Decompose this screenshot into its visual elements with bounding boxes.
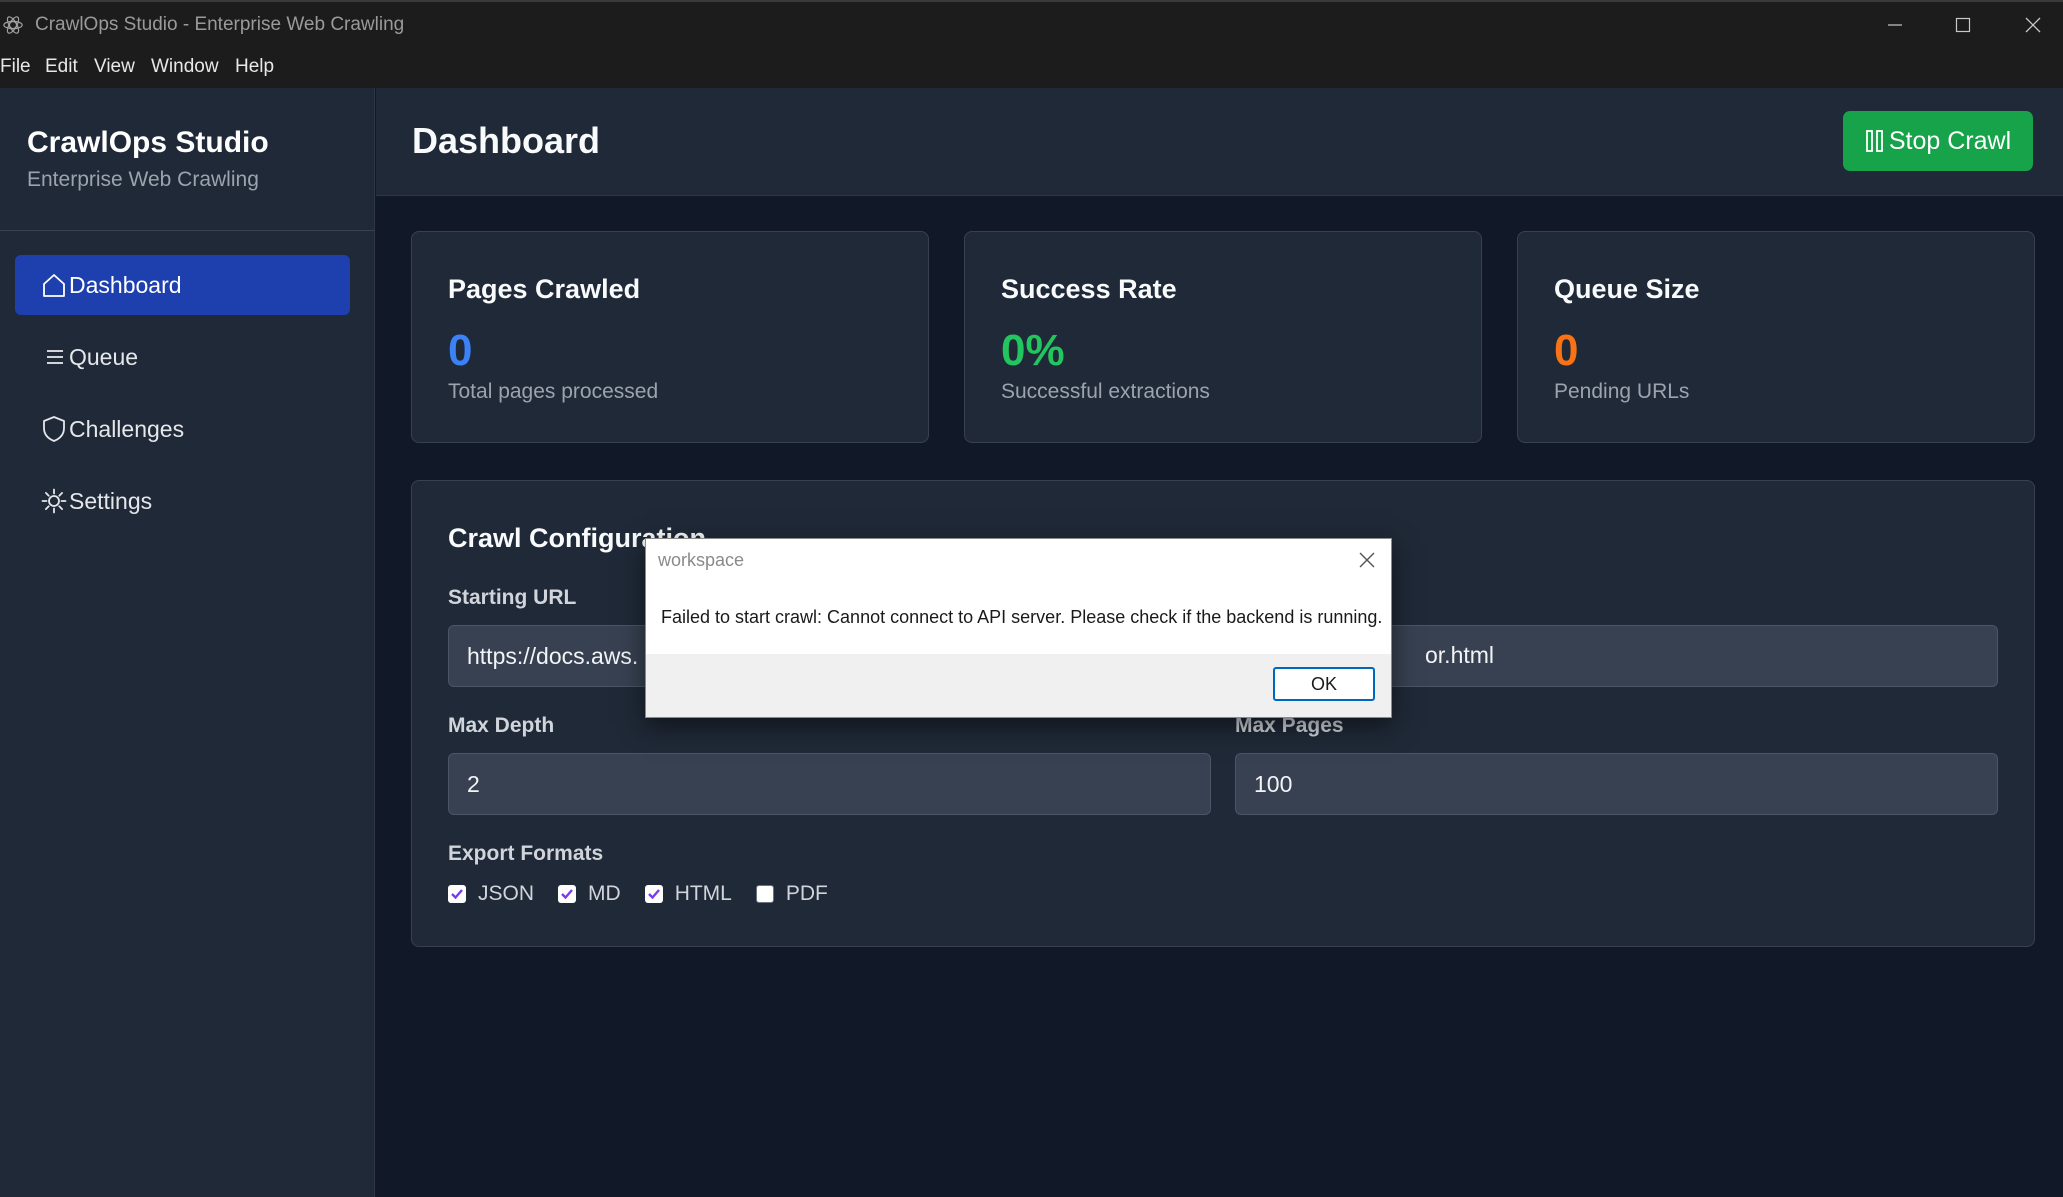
sidebar-item-settings[interactable]: Settings [15,471,350,531]
sidebar-item-label: Queue [69,343,139,370]
error-dialog: workspace Failed to start crawl: Cannot … [645,538,1392,718]
maximize-button[interactable] [1928,2,1998,48]
max-depth-value: 2 [467,770,480,797]
format-md-checkbox[interactable]: MD [558,882,621,906]
sidebar-item-label: Challenges [69,415,185,442]
stat-description: Successful extractions [1001,380,1210,403]
window-title: CrawlOps Studio - Enterprise Web Crawlin… [35,14,405,35]
menu-edit[interactable]: Edit [45,56,78,78]
stat-value: 0 [448,326,473,375]
export-formats-group: JSON MD HTML PDF [448,882,852,906]
dialog-ok-button[interactable]: OK [1273,667,1375,701]
dialog-body: Failed to start crawl: Cannot connect to… [646,582,1391,654]
format-html-checkbox[interactable]: HTML [644,882,732,906]
format-label: MD [588,882,621,905]
starting-url-label: Starting URL [448,586,577,609]
menu-bar: File Edit View Window Help [0,46,2063,88]
max-pages-input[interactable]: 100 [1235,753,1998,815]
brand-subtitle: Enterprise Web Crawling [27,168,259,191]
maximize-icon [1955,17,1971,33]
format-label: JSON [478,882,535,905]
sidebar-divider [0,230,375,231]
dialog-titlebar: workspace [646,539,1391,582]
menu-file[interactable]: File [0,56,31,78]
close-window-button[interactable] [1998,2,2063,48]
stat-title: Pages Crawled [448,274,641,304]
window-titlebar: CrawlOps Studio - Enterprise Web Crawlin… [0,0,2063,46]
checkbox-checked-icon[interactable] [448,885,466,903]
gear-icon [40,487,68,515]
checkbox-checked-icon[interactable] [558,885,577,903]
app-logo-icon [3,16,23,34]
minimize-icon [1888,24,1902,26]
sidebar-item-dashboard[interactable]: Dashboard [15,255,350,315]
format-label: PDF [785,882,828,905]
dialog-close-icon[interactable] [1356,549,1378,571]
checkbox-checked-icon[interactable] [644,885,663,903]
stat-title: Queue Size [1554,274,1700,304]
starting-url-value-left: https://docs.aws. [467,642,639,669]
export-formats-label: Export Formats [448,842,604,865]
max-depth-input[interactable]: 2 [448,753,1211,815]
stop-crawl-button[interactable]: Stop Crawl [1843,111,2033,171]
stat-description: Pending URLs [1554,380,1690,403]
shield-icon [40,415,68,443]
dialog-message: Failed to start crawl: Cannot connect to… [661,607,1383,627]
menu-help[interactable]: Help [235,56,274,78]
sidebar-item-label: Settings [69,487,153,514]
list-icon [40,343,68,371]
page-title: Dashboard [412,120,601,161]
stat-card-queue-size: Queue Size 0 Pending URLs [1517,231,2035,443]
sidebar-item-label: Dashboard [69,271,182,298]
close-icon [2025,17,2041,33]
stat-title: Success Rate [1001,274,1177,304]
checkbox-unchecked-icon[interactable] [755,885,774,903]
menu-window[interactable]: Window [151,56,219,78]
stop-crawl-label: Stop Crawl [1888,126,2012,155]
pause-icon [1865,130,1883,152]
sidebar-item-challenges[interactable]: Challenges [15,399,350,459]
format-json-checkbox[interactable]: JSON [448,882,534,906]
format-pdf-checkbox[interactable]: PDF [755,882,828,906]
stat-card-success-rate: Success Rate 0% Successful extractions [964,231,1482,443]
max-pages-value: 100 [1254,770,1293,797]
format-label: HTML [674,882,732,905]
dialog-title: workspace [658,550,745,570]
sidebar: CrawlOps Studio Enterprise Web Crawling … [0,88,375,1197]
starting-url-value-right: or.html [1425,642,1495,668]
stat-value: 0% [1001,326,1065,375]
home-icon [40,271,68,299]
minimize-button[interactable] [1860,2,1930,48]
main-header: Dashboard Stop Crawl [376,88,2063,196]
max-depth-label: Max Depth [448,714,555,737]
stat-value: 0 [1554,326,1579,375]
stat-description: Total pages processed [448,380,659,403]
sidebar-item-queue[interactable]: Queue [15,327,350,387]
brand-name: CrawlOps Studio [27,126,269,159]
stat-card-pages-crawled: Pages Crawled 0 Total pages processed [411,231,929,443]
menu-view[interactable]: View [94,56,135,78]
